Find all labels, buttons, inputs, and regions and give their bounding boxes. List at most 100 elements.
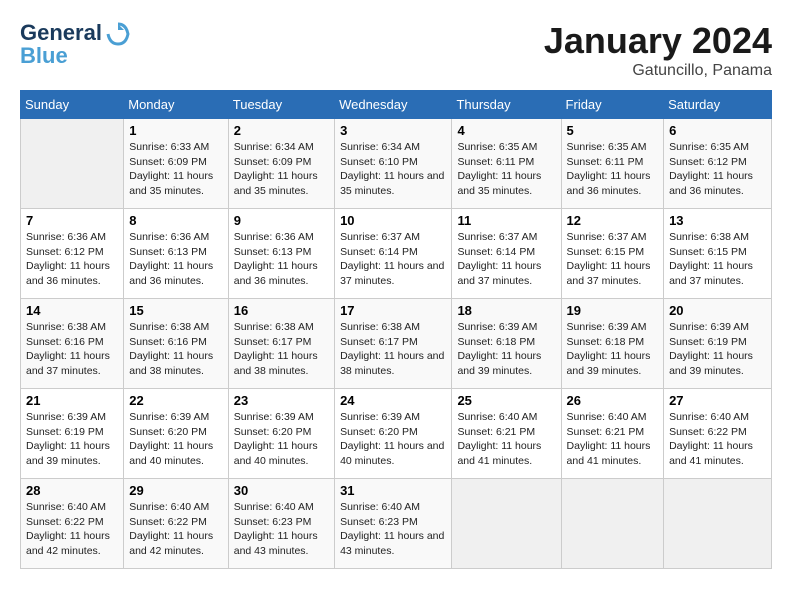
day-number: 8 <box>129 213 223 228</box>
day-sunset: Sunset: 6:15 PM <box>567 246 645 258</box>
day-sunrise: Sunrise: 6:35 AM <box>457 141 537 153</box>
day-daylight: Daylight: 11 hours and 37 minutes. <box>457 260 541 287</box>
day-cell: 1 Sunrise: 6:33 AM Sunset: 6:09 PM Dayli… <box>124 119 229 209</box>
day-sunset: Sunset: 6:14 PM <box>340 246 418 258</box>
day-sunset: Sunset: 6:19 PM <box>26 426 104 438</box>
day-number: 11 <box>457 213 555 228</box>
day-daylight: Daylight: 11 hours and 38 minutes. <box>129 350 213 377</box>
day-number: 2 <box>234 123 329 138</box>
day-daylight: Daylight: 11 hours and 36 minutes. <box>669 170 753 197</box>
day-sunset: Sunset: 6:20 PM <box>340 426 418 438</box>
day-daylight: Daylight: 11 hours and 35 minutes. <box>129 170 213 197</box>
page-header: General Blue January 2024 Gatuncillo, Pa… <box>20 20 772 80</box>
col-header-tuesday: Tuesday <box>228 91 334 119</box>
day-sunrise: Sunrise: 6:37 AM <box>340 231 420 243</box>
day-cell <box>561 479 664 569</box>
day-number: 7 <box>26 213 118 228</box>
day-sunset: Sunset: 6:20 PM <box>129 426 207 438</box>
day-sunset: Sunset: 6:14 PM <box>457 246 535 258</box>
day-number: 16 <box>234 303 329 318</box>
day-cell: 20 Sunrise: 6:39 AM Sunset: 6:19 PM Dayl… <box>664 299 772 389</box>
day-daylight: Daylight: 11 hours and 41 minutes. <box>457 440 541 467</box>
day-sunset: Sunset: 6:22 PM <box>129 516 207 528</box>
day-sunset: Sunset: 6:23 PM <box>340 516 418 528</box>
day-number: 18 <box>457 303 555 318</box>
day-sunset: Sunset: 6:16 PM <box>129 336 207 348</box>
day-cell: 22 Sunrise: 6:39 AM Sunset: 6:20 PM Dayl… <box>124 389 229 479</box>
day-cell: 3 Sunrise: 6:34 AM Sunset: 6:10 PM Dayli… <box>335 119 452 209</box>
day-cell: 18 Sunrise: 6:39 AM Sunset: 6:18 PM Dayl… <box>452 299 561 389</box>
day-sunset: Sunset: 6:13 PM <box>129 246 207 258</box>
col-header-saturday: Saturday <box>664 91 772 119</box>
calendar-table: SundayMondayTuesdayWednesdayThursdayFrid… <box>20 90 772 569</box>
day-sunrise: Sunrise: 6:40 AM <box>567 411 647 423</box>
day-sunset: Sunset: 6:11 PM <box>567 156 644 168</box>
day-number: 5 <box>567 123 659 138</box>
day-cell <box>664 479 772 569</box>
day-daylight: Daylight: 11 hours and 43 minutes. <box>234 530 318 557</box>
day-sunset: Sunset: 6:16 PM <box>26 336 104 348</box>
day-cell: 26 Sunrise: 6:40 AM Sunset: 6:21 PM Dayl… <box>561 389 664 479</box>
day-sunset: Sunset: 6:19 PM <box>669 336 747 348</box>
day-number: 21 <box>26 393 118 408</box>
day-sunset: Sunset: 6:22 PM <box>26 516 104 528</box>
day-cell: 2 Sunrise: 6:34 AM Sunset: 6:09 PM Dayli… <box>228 119 334 209</box>
day-number: 30 <box>234 483 329 498</box>
day-sunrise: Sunrise: 6:38 AM <box>340 321 420 333</box>
day-number: 23 <box>234 393 329 408</box>
day-sunset: Sunset: 6:21 PM <box>457 426 535 438</box>
day-cell: 31 Sunrise: 6:40 AM Sunset: 6:23 PM Dayl… <box>335 479 452 569</box>
day-cell: 5 Sunrise: 6:35 AM Sunset: 6:11 PM Dayli… <box>561 119 664 209</box>
day-cell: 14 Sunrise: 6:38 AM Sunset: 6:16 PM Dayl… <box>21 299 124 389</box>
day-sunrise: Sunrise: 6:38 AM <box>26 321 106 333</box>
day-sunrise: Sunrise: 6:39 AM <box>129 411 209 423</box>
header-row: SundayMondayTuesdayWednesdayThursdayFrid… <box>21 91 772 119</box>
day-cell: 21 Sunrise: 6:39 AM Sunset: 6:19 PM Dayl… <box>21 389 124 479</box>
day-daylight: Daylight: 11 hours and 37 minutes. <box>669 260 753 287</box>
day-sunrise: Sunrise: 6:37 AM <box>567 231 647 243</box>
week-row-4: 21 Sunrise: 6:39 AM Sunset: 6:19 PM Dayl… <box>21 389 772 479</box>
day-daylight: Daylight: 11 hours and 39 minutes. <box>457 350 541 377</box>
day-sunrise: Sunrise: 6:38 AM <box>234 321 314 333</box>
day-cell: 16 Sunrise: 6:38 AM Sunset: 6:17 PM Dayl… <box>228 299 334 389</box>
day-daylight: Daylight: 11 hours and 38 minutes. <box>340 350 444 377</box>
day-daylight: Daylight: 11 hours and 37 minutes. <box>26 350 110 377</box>
day-daylight: Daylight: 11 hours and 42 minutes. <box>129 530 213 557</box>
day-cell: 13 Sunrise: 6:38 AM Sunset: 6:15 PM Dayl… <box>664 209 772 299</box>
day-number: 6 <box>669 123 766 138</box>
day-cell: 8 Sunrise: 6:36 AM Sunset: 6:13 PM Dayli… <box>124 209 229 299</box>
day-daylight: Daylight: 11 hours and 35 minutes. <box>234 170 318 197</box>
day-daylight: Daylight: 11 hours and 36 minutes. <box>567 170 651 197</box>
day-daylight: Daylight: 11 hours and 39 minutes. <box>26 440 110 467</box>
day-sunset: Sunset: 6:09 PM <box>129 156 207 168</box>
day-number: 1 <box>129 123 223 138</box>
day-cell: 23 Sunrise: 6:39 AM Sunset: 6:20 PM Dayl… <box>228 389 334 479</box>
day-sunrise: Sunrise: 6:34 AM <box>234 141 314 153</box>
day-cell: 30 Sunrise: 6:40 AM Sunset: 6:23 PM Dayl… <box>228 479 334 569</box>
day-number: 25 <box>457 393 555 408</box>
day-sunrise: Sunrise: 6:40 AM <box>26 501 106 513</box>
week-row-3: 14 Sunrise: 6:38 AM Sunset: 6:16 PM Dayl… <box>21 299 772 389</box>
day-number: 9 <box>234 213 329 228</box>
day-sunrise: Sunrise: 6:40 AM <box>129 501 209 513</box>
day-sunrise: Sunrise: 6:39 AM <box>26 411 106 423</box>
day-number: 3 <box>340 123 446 138</box>
day-sunrise: Sunrise: 6:40 AM <box>234 501 314 513</box>
day-sunset: Sunset: 6:12 PM <box>669 156 747 168</box>
day-number: 29 <box>129 483 223 498</box>
col-header-thursday: Thursday <box>452 91 561 119</box>
col-header-friday: Friday <box>561 91 664 119</box>
day-number: 24 <box>340 393 446 408</box>
day-sunrise: Sunrise: 6:38 AM <box>129 321 209 333</box>
week-row-2: 7 Sunrise: 6:36 AM Sunset: 6:12 PM Dayli… <box>21 209 772 299</box>
day-daylight: Daylight: 11 hours and 36 minutes. <box>129 260 213 287</box>
day-daylight: Daylight: 11 hours and 40 minutes. <box>340 440 444 467</box>
day-sunrise: Sunrise: 6:39 AM <box>567 321 647 333</box>
day-cell: 24 Sunrise: 6:39 AM Sunset: 6:20 PM Dayl… <box>335 389 452 479</box>
day-sunrise: Sunrise: 6:39 AM <box>340 411 420 423</box>
day-cell: 6 Sunrise: 6:35 AM Sunset: 6:12 PM Dayli… <box>664 119 772 209</box>
day-cell: 9 Sunrise: 6:36 AM Sunset: 6:13 PM Dayli… <box>228 209 334 299</box>
day-daylight: Daylight: 11 hours and 35 minutes. <box>457 170 541 197</box>
day-daylight: Daylight: 11 hours and 39 minutes. <box>567 350 651 377</box>
day-daylight: Daylight: 11 hours and 37 minutes. <box>340 260 444 287</box>
